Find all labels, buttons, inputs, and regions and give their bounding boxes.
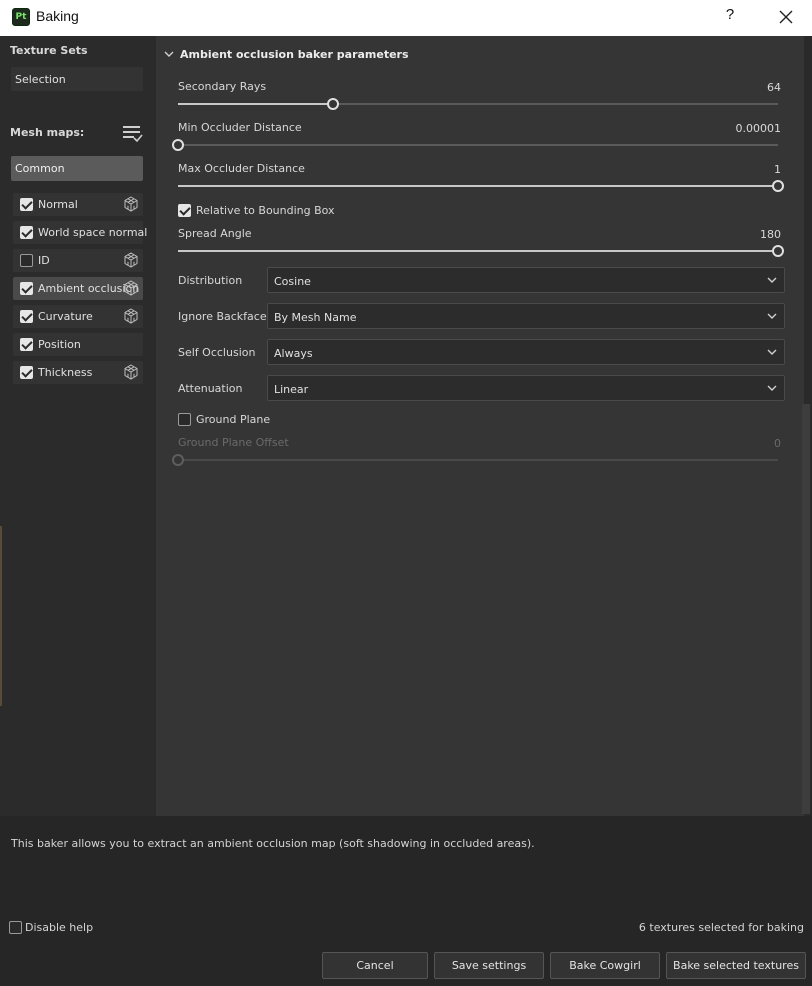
relative-bbox-label: Relative to Bounding Box [196, 204, 335, 217]
attenuation-select[interactable]: Linear [267, 375, 785, 401]
chevron-down-icon [767, 313, 777, 319]
mesh-map-item[interactable]: Curvature [13, 305, 143, 328]
mesh-map-checkbox[interactable] [20, 198, 33, 211]
min-occluder-value: 0.00001 [735, 122, 782, 135]
cube-icon[interactable] [123, 308, 139, 324]
mesh-map-checkbox[interactable] [20, 282, 33, 295]
cancel-button[interactable]: Cancel [322, 952, 428, 979]
save-settings-button[interactable]: Save settings [434, 952, 544, 979]
selection-status: 6 textures selected for baking [638, 921, 804, 934]
spread-angle-label: Spread Angle [178, 227, 252, 240]
close-button[interactable] [774, 6, 798, 28]
min-occluder-slider[interactable] [172, 139, 778, 151]
mesh-map-checkbox[interactable] [20, 226, 33, 239]
mesh-map-item[interactable]: Position [13, 333, 143, 356]
section-title: Ambient occlusion baker parameters [180, 48, 409, 61]
chevron-down-icon [164, 51, 174, 57]
window-title: Baking [36, 8, 79, 24]
ignore-backface-value: By Mesh Name [274, 311, 357, 324]
window-edge-strip [0, 526, 2, 706]
cube-icon[interactable] [123, 252, 139, 268]
mesh-maps-menu-button[interactable] [121, 124, 143, 144]
disable-help-label: Disable help [25, 921, 94, 934]
mesh-map-item[interactable]: Ambient occlusion [13, 277, 143, 300]
parameters-panel: Ambient occlusion baker parameters Secon… [156, 36, 804, 816]
sidebar: Texture Sets Selection Mesh maps: Common… [0, 36, 156, 816]
cube-icon[interactable] [123, 364, 139, 380]
attenuation-value: Linear [274, 383, 309, 396]
slider-handle[interactable] [172, 139, 184, 151]
ground-offset-value: 0 [774, 437, 781, 450]
secondary-rays-value: 64 [767, 81, 781, 94]
ignore-backface-label: Ignore Backface [178, 310, 267, 323]
app-logo-icon: Pt [12, 8, 30, 26]
chevron-down-icon [767, 277, 777, 283]
min-occluder-label: Min Occluder Distance [178, 121, 302, 134]
help-text: This baker allows you to extract an ambi… [11, 837, 535, 850]
self-occlusion-value: Always [274, 347, 313, 360]
list-menu-icon [123, 126, 143, 143]
mesh-map-label: Normal [38, 198, 78, 211]
slider-handle[interactable] [172, 454, 184, 466]
bake-selected-button[interactable]: Bake selected textures [666, 952, 806, 979]
mesh-map-checkbox[interactable] [20, 338, 33, 351]
secondary-rays-slider[interactable] [178, 98, 778, 110]
max-occluder-slider[interactable] [178, 180, 784, 192]
baking-dialog: Pt Baking ? Texture Sets Selection Mesh … [0, 0, 812, 986]
relative-bbox-checkbox[interactable] [178, 204, 191, 217]
disable-help-checkbox[interactable] [9, 921, 22, 934]
self-occlusion-label: Self Occlusion [178, 346, 256, 359]
ground-offset-slider[interactable] [172, 454, 778, 466]
attenuation-label: Attenuation [178, 382, 243, 395]
distribution-value: Cosine [274, 275, 311, 288]
chevron-down-icon [767, 349, 777, 355]
max-occluder-label: Max Occluder Distance [178, 162, 305, 175]
secondary-rays-label: Secondary Rays [178, 80, 267, 93]
self-occlusion-select[interactable]: Always [267, 339, 785, 365]
ground-offset-label: Ground Plane Offset [178, 436, 289, 449]
cube-icon[interactable] [123, 196, 139, 212]
ground-plane-label: Ground Plane [196, 413, 271, 426]
slider-handle[interactable] [327, 98, 339, 110]
mesh-map-checkbox[interactable] [20, 310, 33, 323]
ground-plane-checkbox[interactable] [178, 413, 191, 426]
mesh-map-item[interactable]: ID [13, 249, 143, 272]
mesh-maps-label: Mesh maps: [10, 126, 85, 139]
bake-texture-set-button[interactable]: Bake Cowgirl [550, 952, 660, 979]
spread-angle-value: 180 [760, 228, 781, 241]
mesh-map-item[interactable]: Thickness [13, 361, 143, 384]
section-header[interactable]: Ambient occlusion baker parameters [164, 48, 409, 61]
distribution-label: Distribution [178, 274, 243, 287]
mesh-map-label: ID [38, 254, 50, 267]
mesh-map-label: Curvature [38, 310, 93, 323]
mesh-map-item[interactable]: Normal [13, 193, 143, 216]
mesh-map-label: Thickness [38, 366, 93, 379]
spread-angle-slider[interactable] [178, 245, 784, 257]
cube-icon[interactable] [123, 280, 139, 296]
common-button[interactable]: Common [11, 156, 143, 181]
scrollbar-thumb[interactable] [802, 404, 810, 814]
help-button[interactable]: ? [720, 6, 740, 28]
max-occluder-value: 1 [774, 163, 781, 176]
slider-handle[interactable] [772, 180, 784, 192]
slider-handle[interactable] [772, 245, 784, 257]
close-icon [779, 10, 793, 24]
title-bar: Pt Baking ? [0, 0, 812, 36]
mesh-map-label: Position [38, 338, 81, 351]
mesh-map-label: World space normal [38, 226, 148, 239]
mesh-map-checkbox[interactable] [20, 254, 33, 267]
mesh-map-checkbox[interactable] [20, 366, 33, 379]
distribution-select[interactable]: Cosine [267, 267, 785, 293]
texture-set-selection[interactable]: Selection [11, 67, 143, 91]
mesh-map-item[interactable]: World space normal [13, 221, 147, 244]
ignore-backface-select[interactable]: By Mesh Name [267, 303, 785, 329]
chevron-down-icon [767, 385, 777, 391]
texture-sets-label: Texture Sets [10, 44, 88, 57]
